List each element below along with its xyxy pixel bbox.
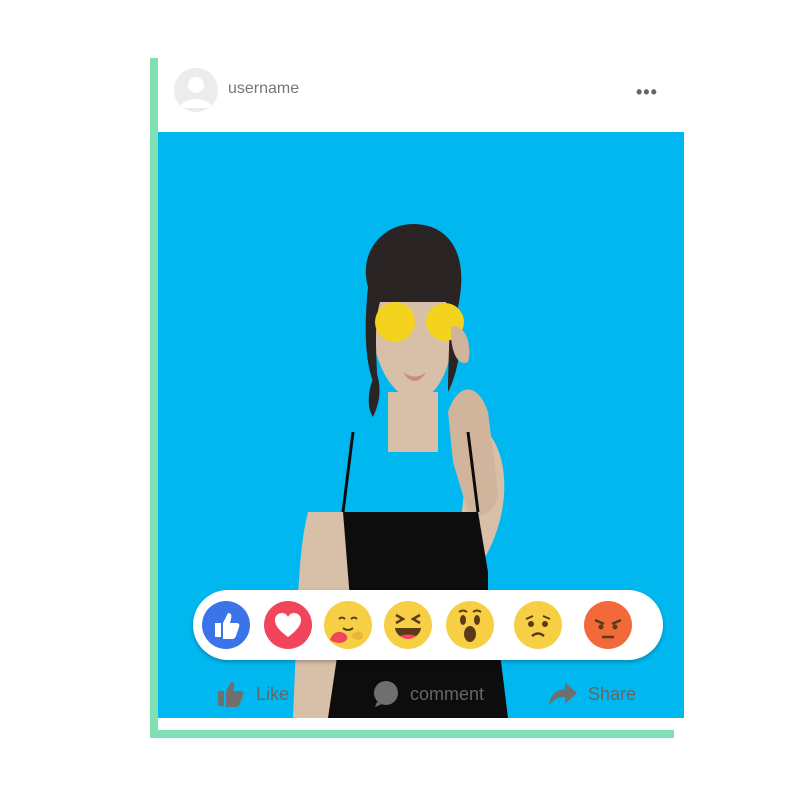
sad-reaction-icon[interactable] [513, 600, 563, 650]
haha-reaction-icon[interactable] [383, 600, 433, 650]
reactions-bar [193, 590, 663, 660]
share-button[interactable]: Share [548, 674, 636, 714]
care-reaction-icon[interactable] [323, 600, 373, 650]
avatar[interactable] [174, 68, 218, 112]
share-arrow-icon [549, 682, 577, 706]
username[interactable]: username [228, 80, 299, 98]
like-reaction-icon[interactable] [201, 600, 251, 650]
post-header: username ••• [158, 58, 674, 130]
wow-reaction-icon[interactable] [445, 600, 495, 650]
thumbs-up-icon [218, 682, 244, 707]
action-bar: Like comment Share [158, 662, 674, 730]
post-card: username ••• Like comment Share [158, 58, 684, 730]
comment-label: comment [410, 683, 485, 704]
love-reaction-icon[interactable] [263, 600, 313, 650]
comment-button[interactable]: comment [372, 674, 484, 714]
user-icon [180, 77, 212, 108]
share-label: Share [588, 683, 637, 704]
angry-reaction-icon[interactable] [583, 600, 633, 650]
more-options-icon[interactable]: ••• [636, 82, 658, 103]
comment-bubble-icon [374, 681, 398, 707]
like-label: Like [256, 683, 290, 704]
like-button[interactable]: Like [216, 674, 289, 714]
